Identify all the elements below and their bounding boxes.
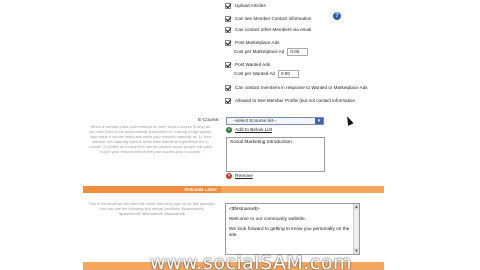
letter-line: We look forward to getting to know you p…	[229, 227, 350, 238]
welcome-letter-title: Welcome Letter	[184, 187, 217, 192]
add-to-list-link[interactable]: + Add to Below List	[226, 127, 272, 133]
ecourse-label: E-Course:	[198, 118, 220, 123]
see-member-contact-checkbox[interactable]	[225, 15, 231, 22]
letter-line: <$firstname$>	[229, 207, 260, 212]
contact-members-email-label: Can contact other Members via email	[235, 27, 312, 32]
permission-post-wanted-ads[interactable]: Post Wanted Ads	[225, 60, 270, 69]
remove-link[interactable]: × Remove	[226, 173, 253, 179]
remove-label: Remove	[235, 173, 253, 179]
watermark-text: www.socialSAM.com	[150, 252, 353, 270]
scroll-up-icon[interactable]: ▲	[354, 204, 359, 210]
scroll-down-icon[interactable]: ▼	[354, 248, 359, 254]
upload-articles-checkbox[interactable]	[225, 2, 231, 9]
marketplace-cost-row: Cost per Marketplace Ad 0.00	[234, 47, 309, 56]
permission-contact-members-email[interactable]: Can contact other Members via email	[225, 25, 311, 34]
permission-contact-response-ads[interactable]: Can contact members in response to Wante…	[225, 83, 368, 92]
wanted-cost-input[interactable]: 0.00	[277, 69, 299, 78]
wanted-cost-label: Cost per Wanted Ad	[234, 71, 275, 76]
post-marketplace-ads-label: Post Marketplace Ads	[235, 40, 280, 45]
welcome-letter-description: This is the email we will send the clien…	[88, 201, 216, 216]
letter-line: Welcome to our community website.	[229, 217, 306, 222]
welcome-letter-textarea[interactable]: <$firstname$> Welcome to our community w…	[225, 203, 360, 255]
ecourse-select-value: --select Ecourse list--	[233, 118, 277, 123]
ecourse-select[interactable]: --select Ecourse list-- ▾	[226, 117, 324, 125]
chevron-down-icon[interactable]: ▾	[315, 118, 323, 124]
list-item[interactable]: Social Marketing Introduction	[230, 140, 321, 145]
permission-see-member-profile[interactable]: Allowed to See Member Profile (but not c…	[225, 96, 355, 105]
contact-members-email-checkbox[interactable]	[225, 26, 231, 33]
permission-post-marketplace-ads[interactable]: Post Marketplace Ads	[225, 38, 279, 47]
marketplace-cost-input[interactable]: 0.00	[287, 47, 309, 56]
help-icon[interactable]: ?	[333, 12, 341, 20]
ecourse-list[interactable]: Social Marketing Introduction	[226, 137, 325, 172]
wanted-cost-row: Cost per Wanted Ad 0.00	[234, 69, 299, 78]
post-wanted-ads-label: Post Wanted Ads	[235, 62, 271, 67]
post-marketplace-ads-checkbox[interactable]	[225, 39, 231, 46]
contact-response-ads-label: Can contact members in response to Wante…	[235, 85, 368, 90]
see-member-contact-label: Can see Member Contact information	[235, 16, 312, 21]
add-to-list-label: Add to Below List	[235, 127, 273, 133]
marketplace-cost-label: Cost per Marketplace Ad	[234, 49, 285, 54]
textarea-scrollbar[interactable]: ▲ ▼	[353, 204, 359, 254]
permission-upload-articles[interactable]: Upload Articles	[225, 1, 266, 10]
mouse-cursor-icon	[344, 115, 354, 126]
remove-icon: ×	[226, 173, 232, 179]
upload-articles-label: Upload Articles	[235, 3, 266, 8]
plus-icon: +	[226, 127, 232, 133]
ecourse-description: When a member joins your network for fre…	[89, 124, 212, 154]
contact-response-ads-checkbox[interactable]	[225, 84, 231, 91]
see-member-profile-checkbox[interactable]	[225, 97, 231, 104]
see-member-profile-label: Allowed to See Member Profile (but not c…	[235, 98, 356, 103]
post-wanted-ads-checkbox[interactable]	[225, 61, 231, 68]
permission-see-member-contact[interactable]: Can see Member Contact information	[225, 14, 311, 23]
